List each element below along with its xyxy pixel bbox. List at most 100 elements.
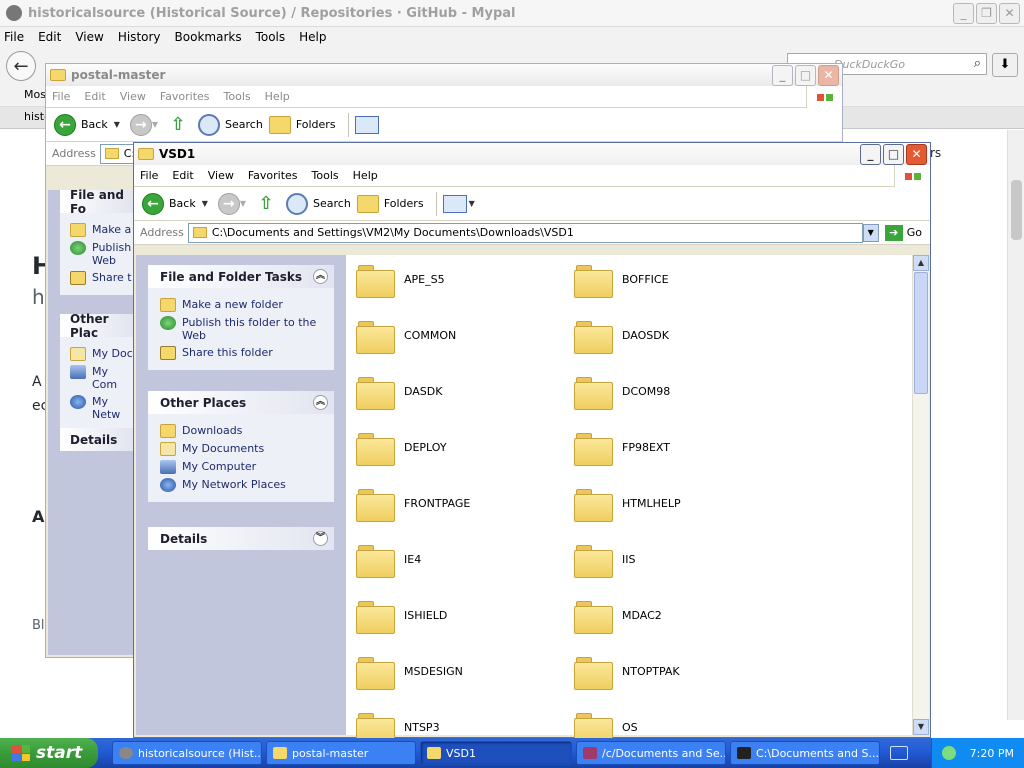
folder-item[interactable]: DCOM98 [574, 371, 670, 411]
chevron-down-icon[interactable]: ▼ [152, 120, 158, 129]
browser-menu-bookmarks[interactable]: Bookmarks [175, 30, 242, 44]
postal-other-places-header[interactable]: Other Plac [60, 312, 133, 340]
forward-arrow-icon[interactable]: → [217, 192, 240, 215]
postal-menu-view[interactable]: View [120, 90, 146, 103]
chevron-up-icon[interactable]: ︽ [313, 395, 328, 410]
folder-item[interactable]: MSDESIGN [356, 651, 463, 691]
folder-item[interactable]: DAOSDK [574, 315, 669, 355]
folders-icon[interactable] [356, 194, 379, 213]
search-icon[interactable] [198, 113, 221, 136]
vsd1-maximize-button[interactable]: □ [883, 143, 904, 165]
vsd1-menu-view[interactable]: View [208, 169, 234, 182]
vsd1-details-header[interactable]: Details ︾ [148, 527, 334, 550]
vsd1-place-downloads[interactable]: Downloads [160, 424, 322, 438]
postal-menu-edit[interactable]: Edit [84, 90, 105, 103]
postal-task-publish[interactable]: Publish Web [70, 241, 133, 267]
tray-network-icon[interactable] [941, 746, 956, 760]
postal-folders-button[interactable]: Folders [296, 118, 336, 131]
taskbar-item-browser[interactable]: historicalsource (Hist... [112, 741, 262, 765]
forward-arrow-icon[interactable]: → [129, 113, 152, 136]
chevron-down-icon[interactable]: ▼ [114, 120, 120, 129]
folder-item[interactable]: BOFFICE [574, 259, 669, 299]
folder-item[interactable]: COMMON [356, 315, 456, 355]
browser-restore-button[interactable]: ❐ [976, 2, 997, 24]
download-icon[interactable]: ⬇ [992, 53, 1018, 77]
address-dropdown-icon[interactable]: ▼ [862, 223, 879, 242]
up-folder-icon[interactable]: ⇧ [168, 114, 188, 136]
postal-menu-file[interactable]: File [52, 90, 70, 103]
postal-task-share[interactable]: Share t [70, 271, 133, 285]
postal-place-network[interactable]: My Netw [70, 395, 133, 421]
browser-scrollbar-thumb[interactable] [1011, 180, 1022, 240]
browser-close-button[interactable]: ✕ [999, 2, 1020, 24]
folder-item[interactable]: DEPLOY [356, 427, 447, 467]
chevron-down-icon[interactable]: ▼ [469, 199, 475, 208]
browser-menu-file[interactable]: File [4, 30, 24, 44]
vsd1-back-button[interactable]: Back [169, 197, 196, 210]
vsd1-scrollbar-thumb[interactable] [914, 272, 928, 394]
postal-search-button[interactable]: Search [225, 118, 263, 131]
postal-maximize-button[interactable]: □ [795, 64, 816, 86]
vsd1-other-places-header[interactable]: Other Places ︽ [148, 391, 334, 414]
vsd1-address-field[interactable]: C:\Documents and Settings\VM2\My Documen… [187, 222, 863, 243]
scroll-down-icon[interactable]: ▼ [913, 719, 929, 735]
postal-place-my-computer[interactable]: My Com [70, 365, 133, 391]
vsd1-task-publish[interactable]: Publish this folder to the Web [160, 316, 322, 342]
vsd1-search-button[interactable]: Search [313, 197, 351, 210]
folder-item[interactable]: IE4 [356, 539, 421, 579]
postal-back-button[interactable]: Back [81, 118, 108, 131]
folder-item[interactable]: HTMLHELP [574, 483, 681, 523]
taskbar-item-postal-master[interactable]: postal-master [266, 741, 416, 765]
postal-file-tasks-header[interactable]: File and Fo [60, 188, 133, 216]
browser-minimize-button[interactable]: _ [953, 2, 974, 24]
postal-minimize-button[interactable]: _ [772, 64, 793, 86]
folder-item[interactable]: IIS [574, 539, 635, 579]
back-arrow-icon[interactable]: ← [142, 192, 164, 215]
folder-item[interactable]: MDAC2 [574, 595, 662, 635]
vsd1-menu-help[interactable]: Help [353, 169, 378, 182]
folder-item[interactable]: APE_S5 [356, 259, 445, 299]
chevron-down-icon[interactable]: ▼ [240, 199, 246, 208]
clock[interactable]: 7:20 PM [970, 747, 1014, 760]
browser-menu-view[interactable]: View [75, 30, 103, 44]
taskbar-item-7zip[interactable]: C:\Documents and S... [730, 741, 880, 765]
vsd1-menu-file[interactable]: File [140, 169, 158, 182]
vsd1-menu-edit[interactable]: Edit [172, 169, 193, 182]
browser-back-button[interactable]: ← [6, 51, 36, 81]
postal-menu-tools[interactable]: Tools [224, 90, 251, 103]
postal-close-button[interactable]: ✕ [818, 64, 839, 86]
views-icon[interactable] [354, 115, 379, 134]
browser-menu-tools[interactable]: Tools [256, 30, 286, 44]
chevron-up-icon[interactable]: ︽ [313, 269, 328, 284]
vsd1-place-network[interactable]: My Network Places [160, 478, 322, 492]
vsd1-place-my-computer[interactable]: My Computer [160, 460, 322, 474]
folder-item[interactable]: FRONTPAGE [356, 483, 470, 523]
back-arrow-icon[interactable]: ← [54, 113, 76, 136]
vsd1-scrollbar[interactable]: ▲ ▼ [912, 255, 929, 735]
start-button[interactable]: start [0, 738, 98, 768]
vsd1-task-make-folder[interactable]: Make a new folder [160, 298, 322, 312]
taskbar-item-vsd1[interactable]: VSD1 [420, 741, 572, 765]
vsd1-folders-button[interactable]: Folders [384, 197, 424, 210]
browser-menu-help[interactable]: Help [299, 30, 326, 44]
postal-task-make-folder[interactable]: Make a [70, 223, 133, 237]
vsd1-menu-favorites[interactable]: Favorites [248, 169, 298, 182]
browser-scrollbar[interactable] [1007, 130, 1024, 720]
search-icon[interactable] [286, 192, 309, 215]
postal-menu-help[interactable]: Help [265, 90, 290, 103]
up-folder-icon[interactable]: ⇧ [256, 193, 276, 215]
search-icon[interactable]: ⌕ [974, 56, 981, 71]
keyboard-icon[interactable] [890, 746, 908, 760]
chevron-down-icon[interactable]: ▼ [202, 199, 208, 208]
scroll-up-icon[interactable]: ▲ [913, 255, 929, 271]
postal-place-my-documents[interactable]: My Doc [70, 347, 133, 361]
browser-menu-edit[interactable]: Edit [38, 30, 61, 44]
folder-item[interactable]: DASDK [356, 371, 442, 411]
vsd1-file-tasks-header[interactable]: File and Folder Tasks ︽ [148, 265, 334, 288]
browser-menu-history[interactable]: History [118, 30, 161, 44]
chevron-down-icon[interactable]: ︾ [313, 531, 328, 546]
postal-details-header[interactable]: Details [60, 428, 133, 451]
vsd1-task-share[interactable]: Share this folder [160, 346, 322, 360]
views-icon[interactable] [442, 194, 467, 213]
vsd1-go-button[interactable]: ➔ Go [884, 224, 922, 241]
